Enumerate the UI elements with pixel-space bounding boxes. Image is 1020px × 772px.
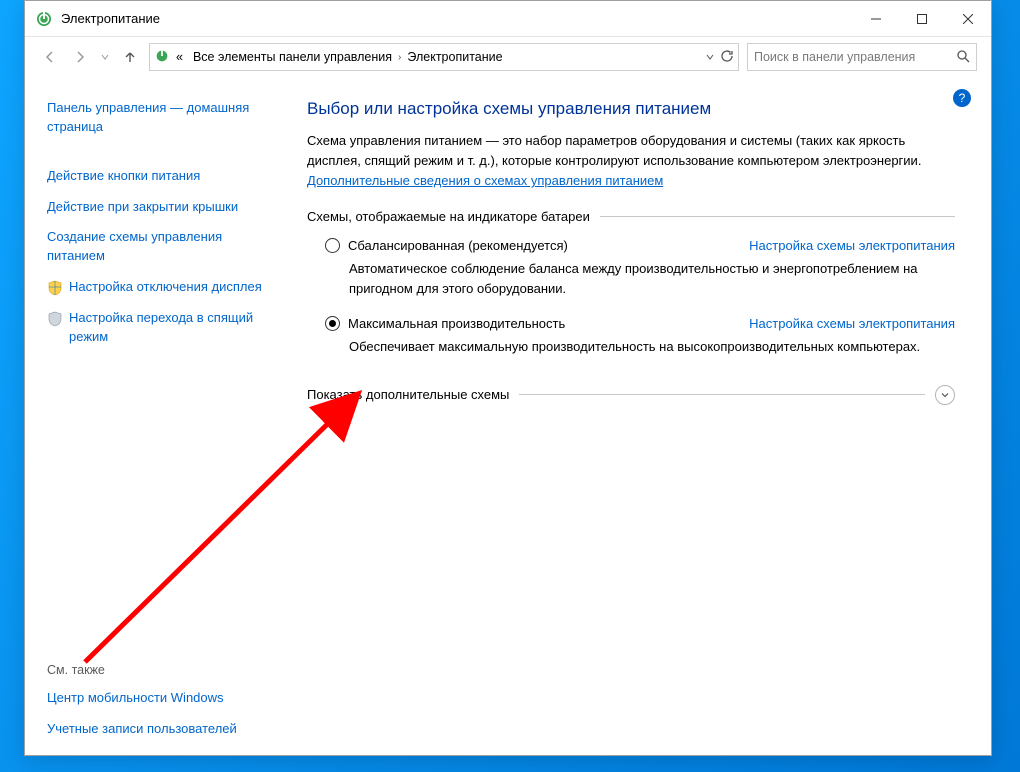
breadcrumb-all-items[interactable]: Все элементы панели управления (189, 48, 396, 66)
shield-icon (47, 311, 63, 327)
plan-name: Максимальная производительность (348, 316, 565, 331)
address-history-dropdown[interactable] (706, 50, 714, 64)
plan-high-performance-desc: Обеспечивает максимальную производительн… (349, 337, 955, 357)
group-label: Схемы, отображаемые на индикаторе батаре… (307, 209, 590, 224)
sidebar: Панель управления — домашняя страница Де… (25, 77, 277, 755)
plan-high-performance: Максимальная производительность Настройк… (307, 312, 955, 371)
main-panel: ? Выбор или настройка схемы управления п… (277, 77, 991, 755)
content-body: Панель управления — домашняя страница Де… (25, 77, 991, 755)
refresh-button[interactable] (720, 49, 734, 66)
nav-forward-button[interactable] (69, 46, 91, 68)
show-additional-plans-expander[interactable]: Показать дополнительные схемы (307, 385, 955, 405)
sidebar-link-create-plan[interactable]: Создание схемы управления питанием (47, 228, 263, 266)
radio-checked-icon (325, 316, 340, 331)
help-icon[interactable]: ? (953, 89, 971, 107)
nav-up-button[interactable] (119, 46, 141, 68)
minimize-button[interactable] (853, 1, 899, 37)
address-bar[interactable]: « Все элементы панели управления › Элект… (149, 43, 739, 71)
plan-balanced: Сбалансированная (рекомендуется) Настрой… (307, 234, 955, 312)
chevron-right-icon: › (398, 52, 401, 63)
plan-high-performance-settings-link[interactable]: Настройка схемы электропитания (749, 316, 955, 331)
page-title: Выбор или настройка схемы управления пит… (307, 99, 955, 119)
sidebar-home-link[interactable]: Панель управления — домашняя страница (47, 99, 263, 137)
intro-body: Схема управления питанием — это набор па… (307, 133, 921, 168)
divider (519, 394, 925, 395)
sidebar-link-display-off[interactable]: Настройка отключения дисплея (47, 278, 263, 297)
nav-recent-dropdown[interactable] (99, 46, 111, 68)
plan-balanced-desc: Автоматическое соблюдение баланса между … (349, 259, 955, 298)
search-icon (956, 49, 970, 66)
intro-text: Схема управления питанием — это набор па… (307, 131, 955, 191)
divider (600, 216, 955, 217)
sidebar-link-lid-close[interactable]: Действие при закрытии крышки (47, 198, 263, 217)
battery-plans-group-header: Схемы, отображаемые на индикаторе батаре… (307, 209, 955, 224)
power-options-window: Электропитание « Все элементы (24, 0, 992, 756)
intro-more-link[interactable]: Дополнительные сведения о схемах управле… (307, 173, 663, 188)
breadcrumb-power[interactable]: Электропитание (403, 48, 506, 66)
search-box[interactable]: Поиск в панели управления (747, 43, 977, 71)
navbar: « Все элементы панели управления › Элект… (25, 37, 991, 77)
window-title: Электропитание (61, 11, 853, 26)
nav-back-button[interactable] (39, 46, 61, 68)
app-icon (35, 10, 53, 28)
expander-label: Показать дополнительные схемы (307, 387, 509, 402)
radio-unchecked-icon (325, 238, 340, 253)
sidebar-link-sleep[interactable]: Настройка перехода в спящий режим (47, 309, 263, 347)
plan-name: Сбалансированная (рекомендуется) (348, 238, 568, 253)
search-placeholder: Поиск в панели управления (754, 50, 915, 64)
sidebar-label: Настройка перехода в спящий режим (69, 309, 263, 347)
sidebar-label: Настройка отключения дисплея (69, 278, 262, 297)
plan-balanced-settings-link[interactable]: Настройка схемы электропитания (749, 238, 955, 253)
address-icon (154, 48, 170, 67)
shield-icon (47, 280, 63, 296)
see-also-mobility[interactable]: Центр мобильности Windows (47, 689, 263, 708)
see-also-label: См. также (47, 663, 263, 677)
plan-balanced-radio[interactable]: Сбалансированная (рекомендуется) (325, 238, 568, 253)
sidebar-link-power-button[interactable]: Действие кнопки питания (47, 167, 263, 186)
titlebar: Электропитание (25, 1, 991, 37)
breadcrumb-root-chevrons[interactable]: « (172, 48, 187, 66)
plan-high-performance-radio[interactable]: Максимальная производительность (325, 316, 565, 331)
close-button[interactable] (945, 1, 991, 37)
chevron-down-icon (935, 385, 955, 405)
maximize-button[interactable] (899, 1, 945, 37)
see-also-users[interactable]: Учетные записи пользователей (47, 720, 263, 739)
